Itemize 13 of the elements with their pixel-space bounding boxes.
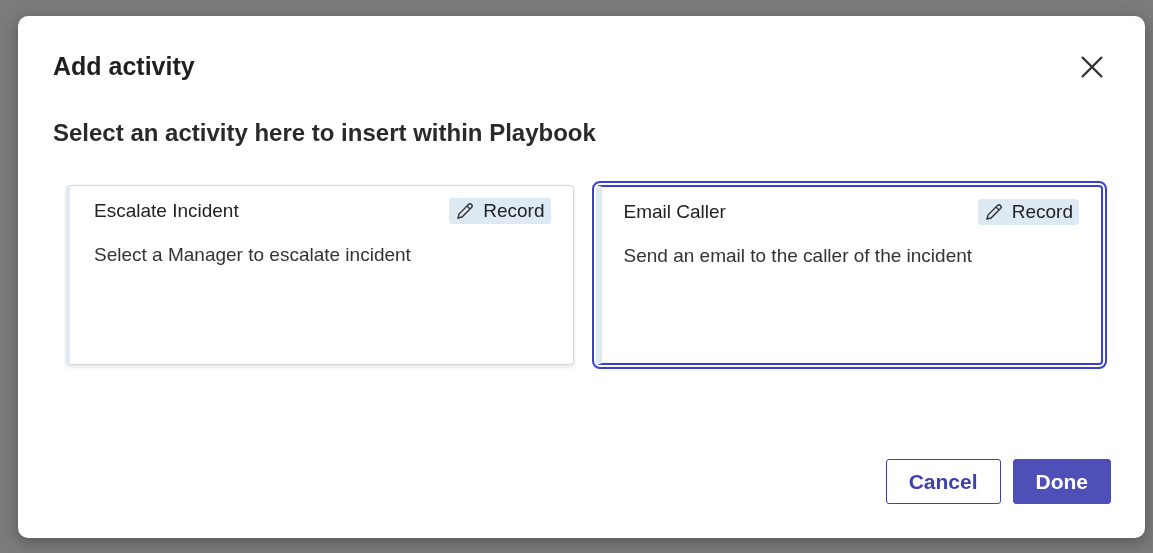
done-button[interactable]: Done	[1012, 459, 1111, 504]
activity-name: Email Caller	[623, 201, 726, 223]
activity-description: Select a Manager to escalate incident	[94, 244, 412, 266]
activity-card[interactable]: Escalate Incident Record Select a Manager to escalate incident	[66, 185, 574, 365]
dialog-title: Add activity	[53, 52, 195, 81]
activity-description: Send an email to the caller of the incident	[623, 245, 974, 267]
cancel-button[interactable]: Cancel	[885, 459, 1001, 504]
record-tag: Record	[977, 199, 1079, 225]
pencil-icon	[455, 201, 476, 221]
dialog-heading: Select an activity here to insert within Playbook	[53, 119, 597, 147]
activity-name: Escalate Incident	[94, 200, 239, 222]
record-tag: Record	[449, 198, 551, 224]
pencil-icon	[983, 202, 1004, 222]
